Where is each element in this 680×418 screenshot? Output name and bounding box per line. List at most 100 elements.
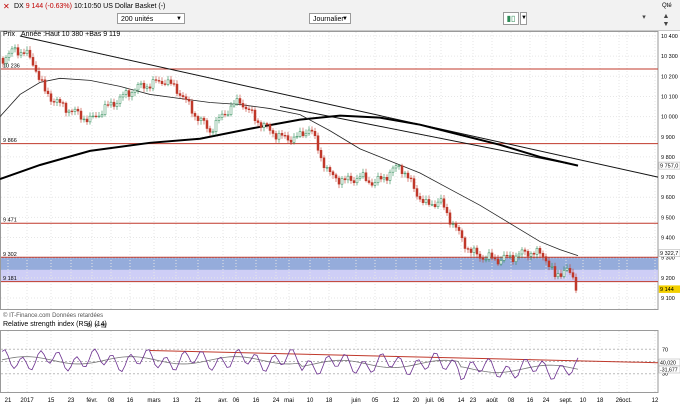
candle-body [403, 172, 407, 175]
candle-body [88, 115, 92, 123]
level-line-label: 10 236 [3, 64, 20, 70]
candle-body [418, 196, 422, 200]
x-tick-label: 06 [438, 398, 445, 404]
x-tick-label: mars [147, 398, 160, 404]
candle-body [451, 223, 455, 225]
candle-body [520, 249, 524, 255]
candle-body [133, 89, 137, 93]
x-tick-label: 23 [68, 398, 75, 404]
candle-body [238, 98, 242, 104]
candle-body [430, 204, 434, 206]
candle-body [298, 131, 302, 137]
candle-body [118, 96, 122, 104]
price-tick-label: 9 600 [661, 195, 675, 201]
candle-body [550, 266, 554, 268]
candle-body [526, 251, 530, 257]
candle-body [85, 118, 89, 123]
candle-body [328, 167, 332, 173]
candle-body [256, 120, 260, 123]
candle-body [370, 182, 374, 186]
x-tick-label: 18 [597, 398, 604, 404]
candle-body [37, 71, 41, 80]
candle-body [277, 133, 281, 140]
candle-body [136, 84, 140, 91]
candle-body [289, 139, 293, 143]
candle-body [157, 80, 161, 82]
candle-body [145, 86, 149, 89]
price-tick-label: 10 400 [661, 34, 678, 40]
x-tick-label: 16 [253, 398, 260, 404]
candle-body [97, 115, 101, 118]
candle-body [496, 258, 500, 265]
rsi-tick-label: 70 [662, 347, 668, 353]
candle-body [544, 256, 548, 262]
candle-body [532, 252, 536, 255]
price-tick-label: 10 300 [661, 54, 678, 60]
candle-body [319, 150, 323, 159]
candle-body [181, 95, 185, 97]
candle-body [31, 57, 35, 66]
candle-body [322, 157, 326, 169]
candle-body [553, 266, 557, 278]
candle-body [142, 82, 146, 89]
candle-body [214, 120, 218, 133]
candle-body [100, 114, 104, 117]
rsi-badge-label: 40,020 [660, 361, 676, 367]
candle-body [382, 177, 386, 180]
candle-body [313, 130, 317, 136]
candle-body [376, 176, 380, 183]
candle-body [466, 248, 470, 250]
candle-body [151, 79, 155, 89]
candle-body [229, 105, 233, 115]
candle-body [271, 130, 275, 134]
level-line-label: 9 471 [3, 218, 17, 224]
candle-body [310, 129, 314, 132]
candle-body [394, 165, 398, 169]
candle-body [529, 252, 533, 257]
level-line-label: 9 302 [3, 252, 17, 258]
candle-body [547, 260, 551, 267]
candle-body [448, 212, 452, 225]
candle-body [226, 114, 230, 116]
candle-body [67, 110, 71, 113]
price-chart[interactable]: 21 2017 15 23 févr. 08 16 mars 13 21 avr. 06 16 24 mai… [0, 0, 680, 418]
price-tick-label: 10 100 [661, 94, 678, 100]
x-tick-label: 21 [5, 398, 12, 404]
x-tick-label: juin [350, 398, 360, 404]
candle-body [424, 199, 428, 203]
level-line-label: 9 866 [3, 138, 17, 144]
candle-body [109, 101, 113, 106]
candle-body [316, 135, 320, 151]
price-tick-label: 9 400 [661, 236, 675, 242]
candle-body [244, 106, 248, 110]
candle-body [343, 178, 347, 181]
candle-body [502, 254, 506, 261]
candle-body [274, 133, 278, 140]
candle-body [493, 257, 497, 260]
candle-body [484, 258, 488, 261]
candle-body [367, 180, 371, 183]
candle-body [16, 47, 20, 56]
candle-body [217, 117, 221, 121]
candle-body [556, 273, 560, 278]
x-tick-label: 14 [458, 398, 465, 404]
candle-body [505, 254, 509, 257]
candle-body [82, 118, 86, 121]
x-tick-label: 16 [527, 398, 534, 404]
x-tick-label: 24 [543, 398, 550, 404]
candle-body [349, 175, 353, 181]
x-tick-label: 13 [173, 398, 180, 404]
x-tick-label: 06 [233, 398, 240, 404]
candle-body [475, 247, 479, 255]
candle-body [232, 103, 236, 107]
x-tick-label: 20 [413, 398, 420, 404]
x-tick-label: oct. [622, 398, 632, 404]
candle-body [415, 188, 419, 197]
candle-body [397, 165, 401, 167]
price-tick-label: 9 800 [661, 155, 675, 161]
x-tick-label: sept. [559, 398, 572, 404]
candle-body [184, 96, 188, 100]
candle-body [52, 101, 56, 103]
candle-body [463, 237, 467, 249]
candle-body [571, 272, 575, 278]
